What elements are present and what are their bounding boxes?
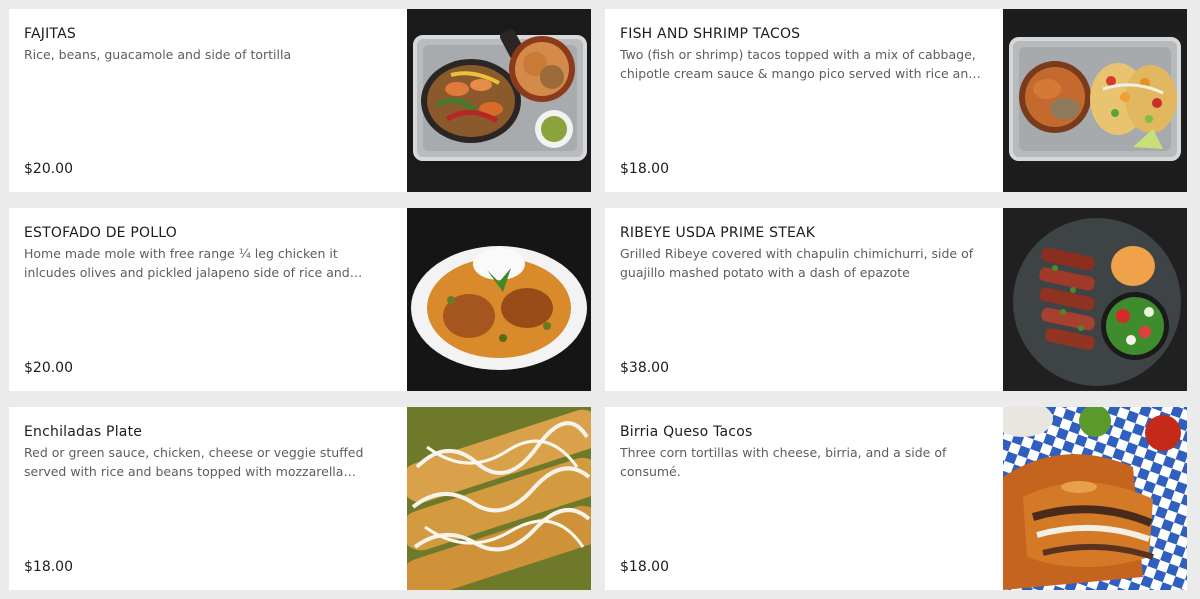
menu-item-price: $38.00 xyxy=(620,360,669,376)
menu-item-description: Red or green sauce, chicken, cheese or v… xyxy=(24,445,364,479)
menu-item-card-estofado-de-pollo[interactable]: ESTOFADO DE POLLO Home made mole with fr… xyxy=(9,208,591,391)
enchiladas-photo[interactable] xyxy=(407,407,591,590)
menu-item-description: Grilled Ribeye covered with chapulin chi… xyxy=(620,246,974,280)
menu-item-description: Rice, beans, guacamole and side of torti… xyxy=(24,47,292,62)
menu-item-card-fish-shrimp-tacos[interactable]: FISH AND SHRIMP TACOS Two (fish or shrim… xyxy=(605,9,1187,192)
menu-item-title: RIBEYE USDA PRIME STEAK xyxy=(620,225,816,241)
menu-item-card-ribeye-steak[interactable]: RIBEYE USDA PRIME STEAK Grilled Ribeye c… xyxy=(605,208,1187,391)
menu-item-title: FISH AND SHRIMP TACOS xyxy=(620,26,801,42)
menu-item-card-fajitas[interactable]: FAJITAS Rice, beans, guacamole and side … xyxy=(9,9,591,192)
fajitas-photo[interactable] xyxy=(407,9,591,192)
ribeye-photo[interactable] xyxy=(1003,208,1187,391)
estofado-photo[interactable] xyxy=(407,208,591,391)
menu-item-title: Birria Queso Tacos xyxy=(620,424,753,440)
menu-item-price: $18.00 xyxy=(24,559,73,575)
menu-grid: FAJITAS Rice, beans, guacamole and side … xyxy=(0,0,1200,599)
menu-item-price: $20.00 xyxy=(24,161,73,177)
birria-photo[interactable] xyxy=(1003,407,1187,590)
menu-item-description: Home made mole with free range ¼ leg chi… xyxy=(24,246,350,280)
menu-item-description: Three corn tortillas with cheese, birria… xyxy=(620,445,947,479)
menu-item-price: $20.00 xyxy=(24,360,73,376)
menu-item-title: ESTOFADO DE POLLO xyxy=(24,225,177,241)
menu-item-price: $18.00 xyxy=(620,559,669,575)
menu-item-price: $18.00 xyxy=(620,161,669,177)
menu-item-card-birria-queso-tacos[interactable]: Birria Queso Tacos Three corn tortillas … xyxy=(605,407,1187,590)
fish-shrimp-tacos-photo[interactable] xyxy=(1003,9,1187,192)
menu-item-title: Enchiladas Plate xyxy=(24,424,143,440)
menu-item-description: Two (fish or shrimp) tacos topped with a… xyxy=(620,47,977,81)
menu-item-card-enchiladas-plate[interactable]: Enchiladas Plate Red or green sauce, chi… xyxy=(9,407,591,590)
menu-item-title: FAJITAS xyxy=(24,26,76,42)
